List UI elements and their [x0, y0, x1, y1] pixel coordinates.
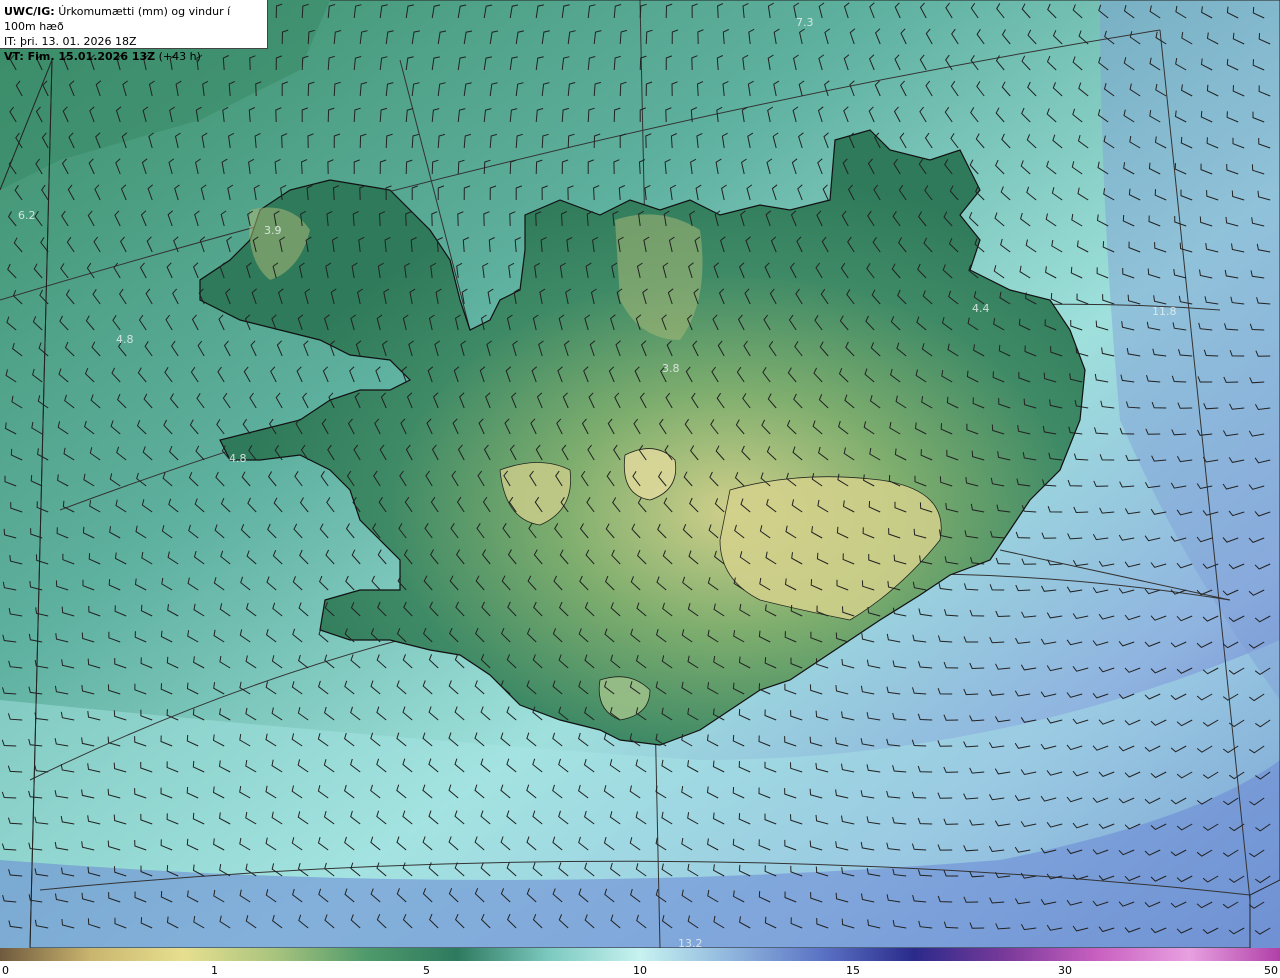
colorbar-tick: 0 [2, 964, 9, 977]
model-label: UWC/IG: [4, 5, 55, 18]
init-time-label: IT: [4, 35, 17, 48]
colorbar-tick: 30 [1058, 964, 1072, 977]
map-value-label: 4.8 [229, 452, 247, 465]
map-value-label: 3.9 [264, 224, 282, 237]
precipitation-colorbar: 0 1 5 10 15 30 50 [0, 948, 1280, 978]
map-canvas [0, 0, 1280, 948]
map-value-label: 3.8 [662, 362, 680, 375]
colorbar-tick: 5 [423, 964, 430, 977]
init-time-value: þri. 13. 01. 2026 18Z [19, 35, 137, 48]
forecast-info-box: UWC/IG: Úrkomumætti (mm) og vindur í 100… [0, 0, 268, 63]
map-value-label: 4.8 [116, 333, 134, 346]
map-value-label: 4.4 [972, 302, 990, 315]
colorbar-tick: 50 [1264, 964, 1278, 977]
precipitation-map[interactable]: 7.3 6.2 3.9 4.8 4.8 3.8 4.4 11.8 13.2 [0, 0, 1280, 950]
map-value-label: 7.3 [796, 16, 814, 29]
valid-time-label: VT: Fim. 15.01.2026 13Z [4, 50, 156, 63]
colorbar-tick: 15 [846, 964, 860, 977]
map-value-label: 11.8 [1152, 305, 1177, 318]
lead-time: (+43 h) [158, 50, 201, 63]
colorbar-tick: 1 [211, 964, 218, 977]
colorbar-gradient [0, 948, 1280, 961]
colorbar-tick: 10 [633, 964, 647, 977]
map-value-label: 6.2 [18, 209, 36, 222]
